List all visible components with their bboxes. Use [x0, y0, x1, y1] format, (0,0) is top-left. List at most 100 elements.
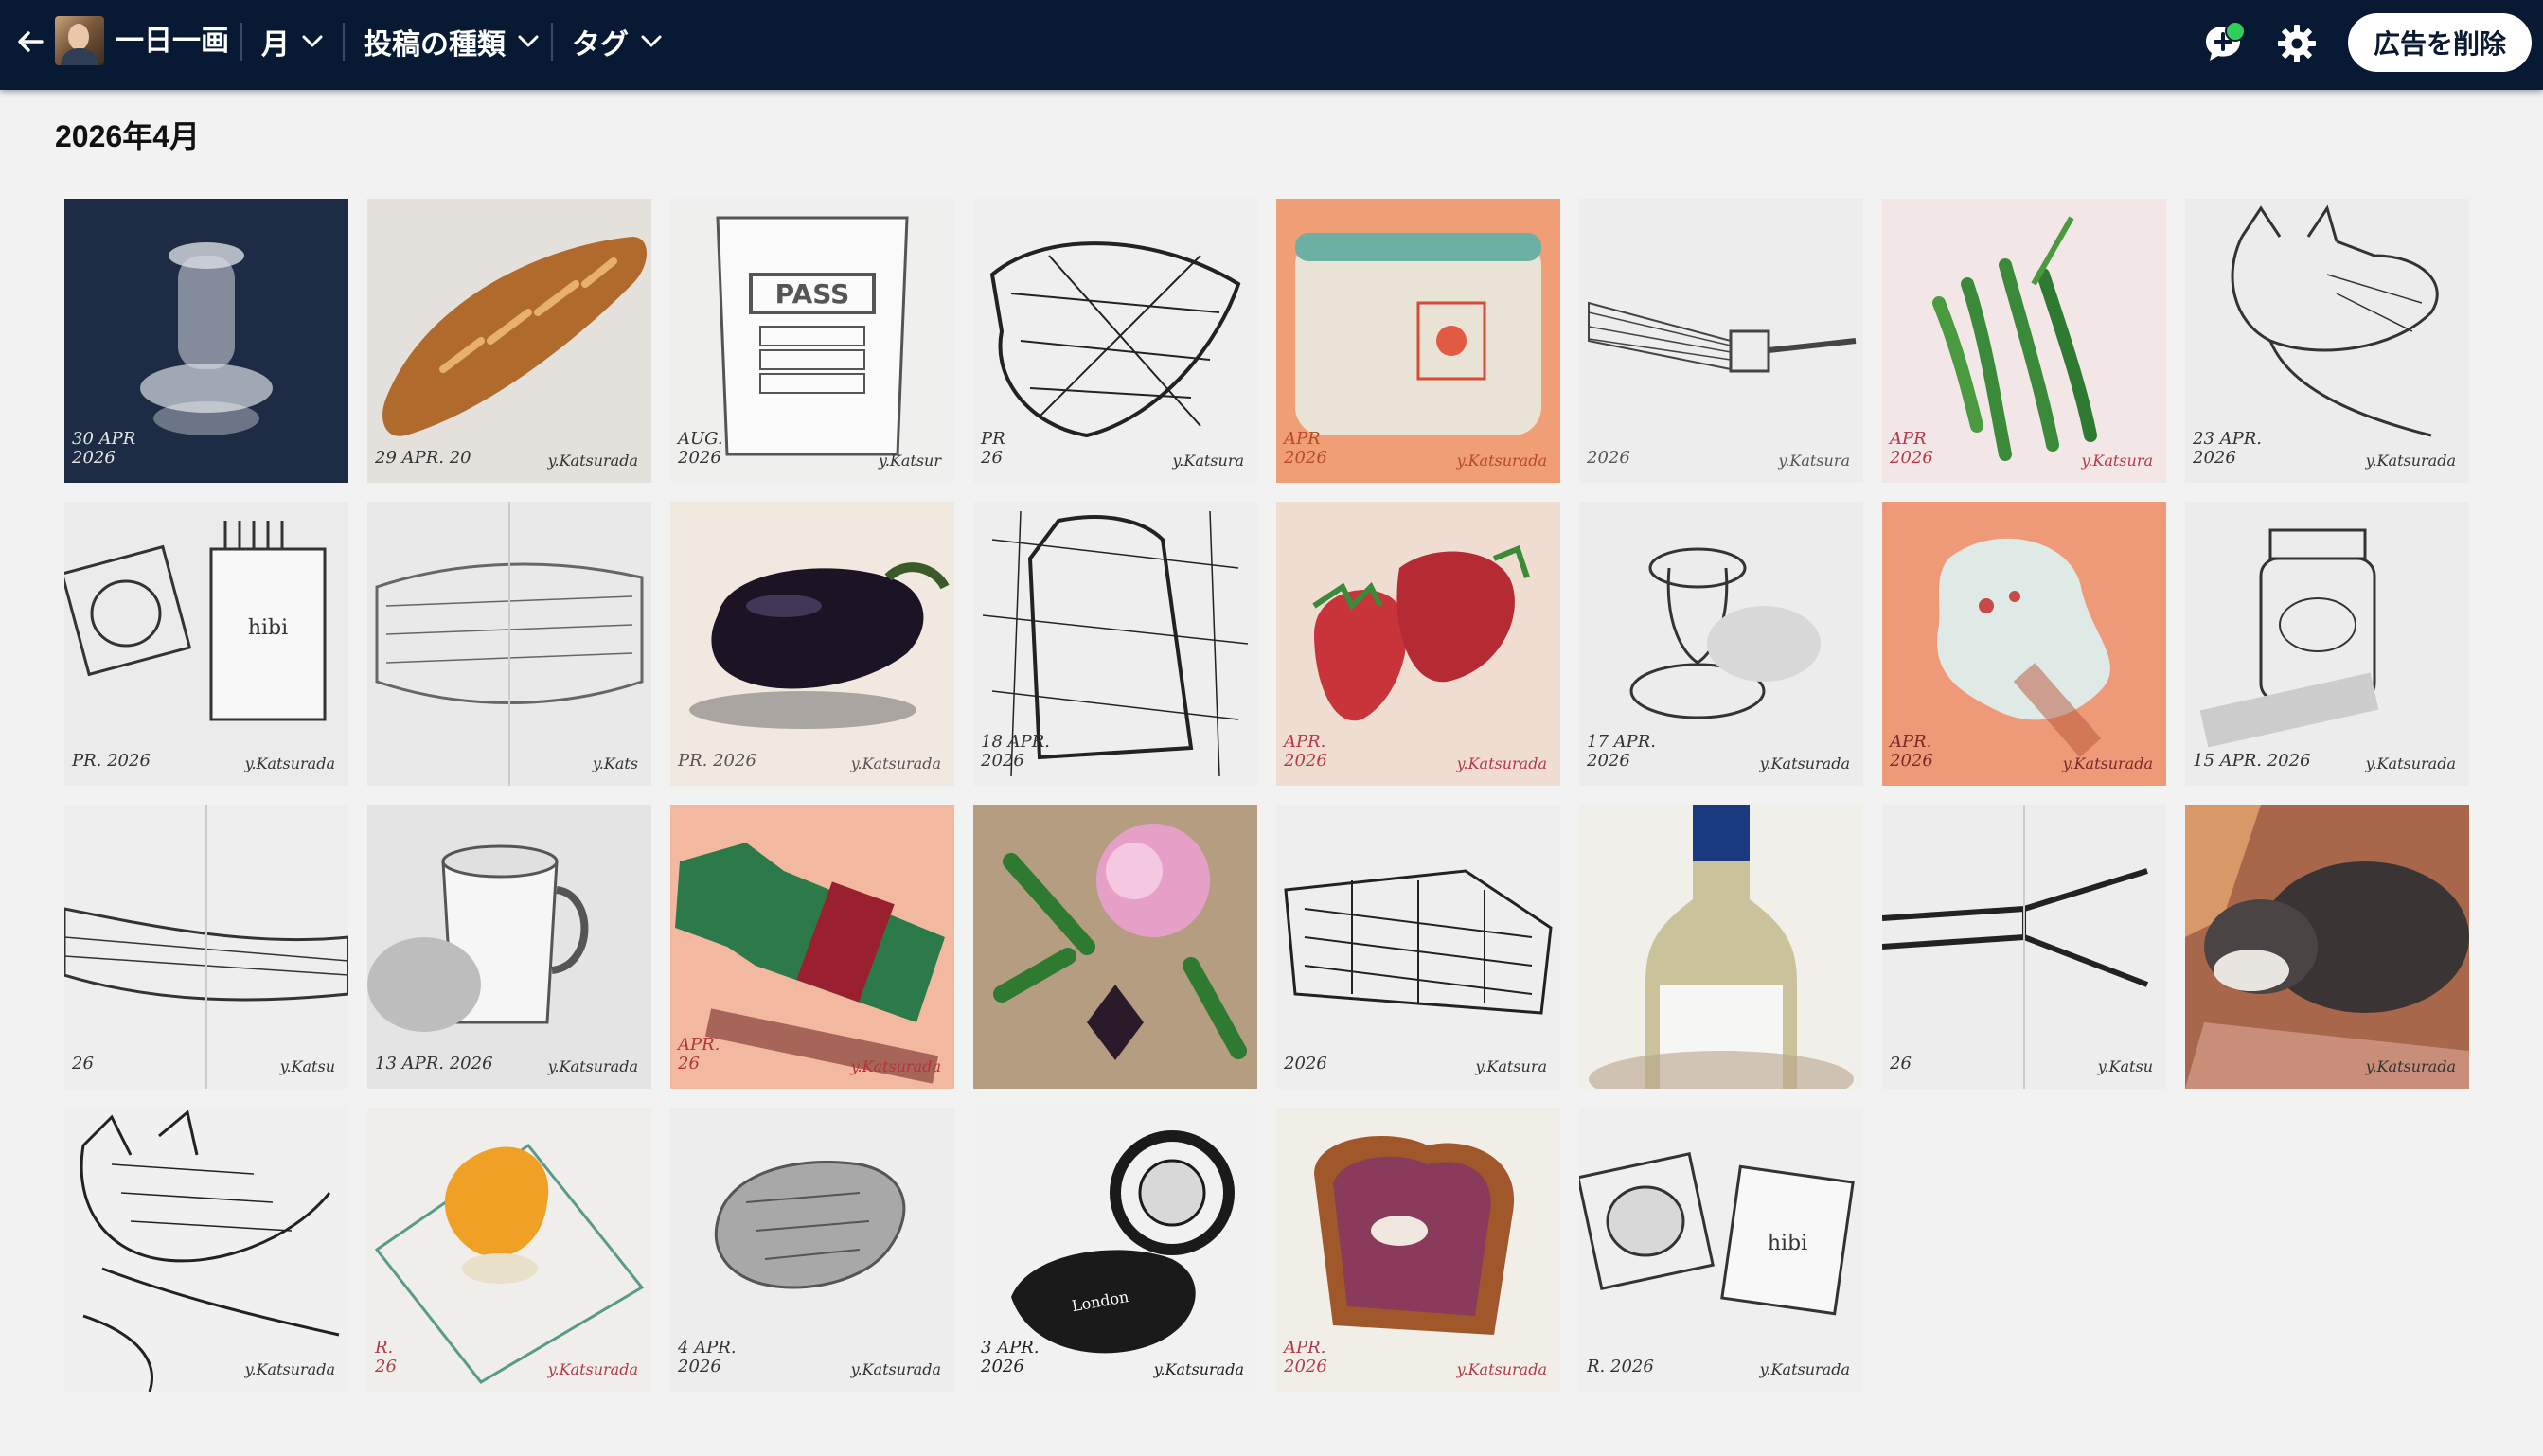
gallery-tile[interactable]: PR. 2026 y.Katsurada	[670, 502, 954, 786]
artist-signature: y.Katsurada	[547, 452, 638, 470]
gallery-tile[interactable]: y.Kats	[367, 502, 651, 786]
artwork-date: 2026	[1284, 1054, 1327, 1074]
artist-signature: y.Katsurada	[244, 755, 335, 772]
artwork-date: 30 APR 2026	[72, 429, 136, 468]
artwork-date: 4 APR. 2026	[678, 1338, 737, 1376]
artwork-thumbnail: hibi	[64, 502, 348, 786]
artwork-thumbnail: hibi	[1579, 1108, 1863, 1392]
back-button[interactable]	[11, 21, 49, 62]
gallery-grid: 30 APR 2026 29 APR. 20 y.Katsurada PASS A…	[64, 199, 2471, 1392]
artist-signature: y.Katsurada	[1153, 1360, 1244, 1378]
artwork-thumbnail	[2185, 805, 2469, 1089]
artwork-date: 26	[1890, 1054, 1912, 1074]
chevron-down-icon	[515, 28, 542, 55]
artwork-date: 2026	[1587, 448, 1630, 468]
gallery-tile[interactable]: R. 26 y.Katsurada	[367, 1108, 651, 1392]
artist-signature: y.Katsura	[1172, 452, 1244, 470]
artwork-date: APR 2026	[1284, 429, 1327, 468]
gallery-tile[interactable]: y.Katsurada	[2185, 805, 2469, 1089]
artwork-thumbnail	[1276, 805, 1560, 1089]
gallery-tile[interactable]: 29 APR. 20 y.Katsurada	[367, 199, 651, 483]
post-type-menu-label: 投稿の種類	[364, 29, 506, 61]
gallery-tile[interactable]: PASS AUG. 2026 y.Katsur	[670, 199, 954, 483]
artwork-date: APR. 2026	[1284, 1338, 1327, 1376]
add-comment-button[interactable]	[2198, 19, 2248, 68]
artwork-date: 3 APR. 2026	[981, 1338, 1040, 1376]
gallery-tile[interactable]: APR 2026 y.Katsurada	[1276, 199, 1560, 483]
gallery-tile[interactable]: APR. 2026 y.Katsurada	[1276, 1108, 1560, 1392]
gallery-tile[interactable]: 18 APR. 2026	[973, 502, 1257, 786]
gallery-tile[interactable]: APR. 2026 y.Katsurada	[1882, 502, 2166, 786]
artist-signature: y.Katsura	[1778, 452, 1850, 470]
divider	[343, 23, 345, 61]
artist-signature: y.Katsu	[279, 1057, 335, 1075]
artist-signature: y.Katsurada	[547, 1360, 638, 1378]
artwork-date: APR. 2026	[1890, 732, 1933, 771]
artwork-thumbnail	[1579, 199, 1863, 483]
artist-signature: y.Katsur	[878, 452, 941, 470]
chevron-down-icon	[638, 28, 665, 55]
artist-signature: y.Katsura	[1475, 1057, 1547, 1075]
artist-signature: y.Katsurada	[2062, 755, 2153, 772]
artwork-thumbnail	[64, 1108, 348, 1392]
artwork-thumbnail	[367, 199, 651, 483]
artwork-thumbnail	[2185, 502, 2469, 786]
artwork-date: 26	[72, 1054, 94, 1074]
gallery-tile[interactable]: hibi R. 2026 y.Katsurada	[1579, 1108, 1863, 1392]
gear-icon	[2278, 25, 2316, 62]
artwork-date: PR. 2026	[678, 751, 756, 771]
gallery-tile[interactable]: y.Katsurada	[64, 1108, 348, 1392]
gallery-tile[interactable]: APR. 26 y.Katsurada	[670, 805, 954, 1089]
gallery-tile[interactable]: APR. 2026 y.Katsurada	[1276, 502, 1560, 786]
artist-signature: y.Katsurada	[850, 1360, 941, 1378]
gallery-tile[interactable]: 26 y.Katsu	[1882, 805, 2166, 1089]
artist-signature: y.Katsura	[2081, 452, 2153, 470]
gallery-tile[interactable]	[1579, 805, 1863, 1089]
settings-button[interactable]	[2272, 19, 2321, 68]
divider	[551, 23, 553, 61]
notification-dot	[2225, 21, 2246, 42]
gallery-tile[interactable]: 4 APR. 2026 y.Katsurada	[670, 1108, 954, 1392]
gallery-tile[interactable]	[973, 805, 1257, 1089]
tag-menu[interactable]: タグ	[572, 21, 665, 62]
gallery-tile[interactable]: 17 APR. 2026 y.Katsurada	[1579, 502, 1863, 786]
gallery-tile[interactable]: 23 APR. 2026 y.Katsurada	[2185, 199, 2469, 483]
app-title: 一日一画	[116, 26, 229, 57]
artist-signature: y.Katsurada	[1759, 755, 1850, 772]
artist-signature: y.Kats	[592, 755, 638, 772]
gallery-tile[interactable]: 15 APR. 2026 y.Katsurada	[2185, 502, 2469, 786]
top-app-bar: 一日一画 月 投稿の種類 タグ 広告を削除	[0, 0, 2543, 90]
artwork-thumbnail	[367, 502, 651, 786]
artwork-date: AUG. 2026	[678, 429, 723, 468]
artist-signature: y.Katsurada	[1456, 755, 1547, 772]
month-menu-label: 月	[261, 29, 290, 61]
chevron-down-icon	[299, 28, 326, 55]
gallery-tile[interactable]: 2026 y.Katsura	[1579, 199, 1863, 483]
artwork-date: APR. 2026	[1284, 732, 1327, 771]
gallery-tile[interactable]: APR 2026 y.Katsura	[1882, 199, 2166, 483]
artwork-thumbnail	[1579, 805, 1863, 1089]
artwork-date: APR. 26	[678, 1035, 720, 1074]
artist-signature: y.Katsurada	[2365, 1057, 2456, 1075]
artwork-thumbnail	[973, 199, 1257, 483]
post-type-menu[interactable]: 投稿の種類	[364, 21, 542, 62]
gallery-tile[interactable]: hibi PR. 2026 y.Katsurada	[64, 502, 348, 786]
tag-menu-label: タグ	[572, 29, 629, 61]
artist-signature: y.Katsurada	[1456, 452, 1547, 470]
gallery-tile[interactable]: PR 26 y.Katsura	[973, 199, 1257, 483]
avatar[interactable]	[55, 16, 104, 65]
month-menu[interactable]: 月	[261, 21, 326, 62]
svg-text:hibi: hibi	[248, 616, 288, 640]
back-arrow-icon	[18, 31, 44, 52]
artwork-date: 29 APR. 20	[375, 448, 471, 468]
gallery-tile[interactable]: 2026 y.Katsura	[1276, 805, 1560, 1089]
artwork-date: APR 2026	[1890, 429, 1933, 468]
artwork-date: 17 APR. 2026	[1587, 732, 1657, 771]
artwork-thumbnail	[973, 805, 1257, 1089]
gallery-tile[interactable]: 30 APR 2026	[64, 199, 348, 483]
artwork-date: R. 26	[375, 1338, 397, 1376]
gallery-tile[interactable]: 26 y.Katsu	[64, 805, 348, 1089]
remove-ads-button[interactable]: 広告を削除	[2348, 13, 2532, 72]
gallery-tile[interactable]: 13 APR. 2026 y.Katsurada	[367, 805, 651, 1089]
gallery-tile[interactable]: London 3 APR. 2026 y.Katsurada	[973, 1108, 1257, 1392]
